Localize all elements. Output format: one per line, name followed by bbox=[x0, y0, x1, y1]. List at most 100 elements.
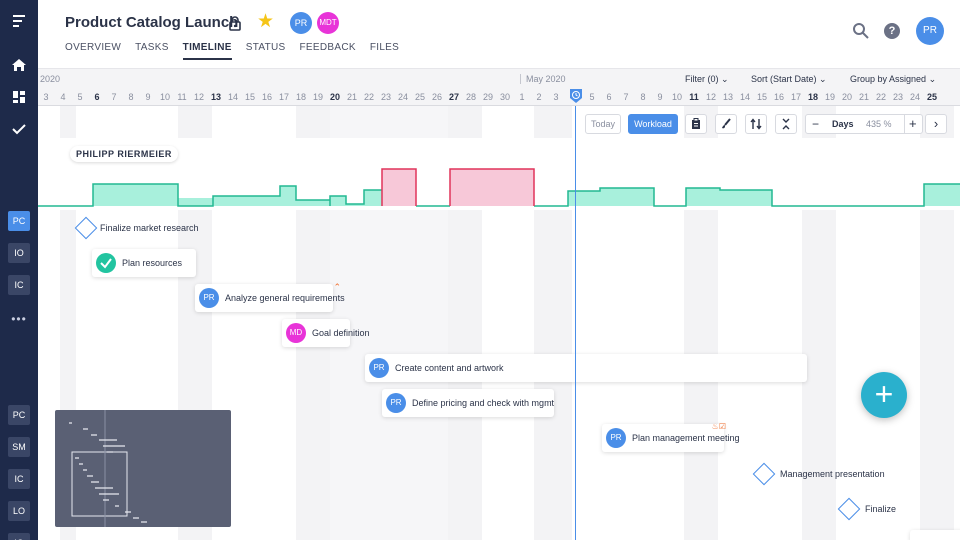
user-avatar[interactable]: PR bbox=[916, 17, 944, 45]
done-check-icon bbox=[96, 253, 116, 273]
group-dropdown[interactable]: Group by Assigned ⌄ bbox=[850, 74, 936, 85]
day-label: 1 bbox=[519, 92, 525, 102]
day-label: 23 bbox=[892, 92, 903, 102]
collapse-icon[interactable] bbox=[775, 114, 797, 134]
today-button[interactable]: Today bbox=[585, 114, 621, 134]
filter-dropdown[interactable]: Filter (0) ⌄ bbox=[685, 74, 729, 85]
zoom-value: 435 % bbox=[866, 119, 892, 129]
milestone-diamond[interactable] bbox=[752, 462, 776, 486]
tab-timeline[interactable]: TIMELINE bbox=[182, 42, 232, 60]
minimap[interactable] bbox=[55, 410, 231, 527]
day-label: 8 bbox=[128, 92, 134, 102]
day-label: 13 bbox=[722, 92, 733, 102]
project-sm[interactable]: SM bbox=[8, 437, 30, 457]
day-label: 20 bbox=[329, 92, 340, 102]
help-icon[interactable]: ? bbox=[884, 23, 900, 39]
day-label: 7 bbox=[111, 92, 117, 102]
favorite-star-icon[interactable]: ★ bbox=[257, 10, 274, 33]
minimap-overview bbox=[69, 410, 147, 527]
day-label: 2 bbox=[536, 92, 542, 102]
day-label: 9 bbox=[657, 92, 663, 102]
scale-label[interactable]: Days bbox=[832, 115, 854, 133]
day-label: 30 bbox=[499, 92, 510, 102]
dashboard-icon[interactable] bbox=[0, 90, 38, 104]
task-bar[interactable]: PR Analyze general requirements ⌃ bbox=[195, 282, 345, 312]
day-label: 14 bbox=[739, 92, 750, 102]
day-label: 5 bbox=[77, 92, 83, 102]
day-label: 22 bbox=[363, 92, 374, 102]
timeline-day-row: 3 4 5 6 7 8 9 10 11 12 13 14 15 16 17 18 19 20 21 22 23 24 25 2… bbox=[38, 90, 960, 106]
zoom-out-button[interactable]: − bbox=[812, 115, 819, 133]
day-label: 12 bbox=[193, 92, 204, 102]
day-label: 18 bbox=[807, 92, 818, 102]
day-label: 20 bbox=[841, 92, 852, 102]
day-label: 14 bbox=[227, 92, 238, 102]
project-tabs: OVERVIEW TASKS TIMELINE STATUS FEEDBACK … bbox=[65, 42, 413, 60]
check-icon[interactable] bbox=[0, 122, 38, 136]
day-label: 26 bbox=[431, 92, 442, 102]
milestone-label[interactable]: Management presentation bbox=[780, 469, 885, 479]
day-label: 18 bbox=[295, 92, 306, 102]
task-bar[interactable] bbox=[910, 530, 960, 540]
day-label: 15 bbox=[756, 92, 767, 102]
day-label: 6 bbox=[94, 92, 100, 102]
assignee-avatar: PR bbox=[386, 393, 406, 413]
milestone-diamond[interactable] bbox=[74, 216, 98, 240]
day-label: 16 bbox=[773, 92, 784, 102]
tab-files[interactable]: FILES bbox=[370, 42, 399, 60]
menu-icon[interactable] bbox=[0, 14, 38, 28]
tab-feedback[interactable]: FEEDBACK bbox=[300, 42, 356, 60]
search-icon[interactable] bbox=[852, 22, 870, 40]
workload-button[interactable]: Workload bbox=[628, 114, 678, 134]
task-bar[interactable]: PR Plan management meeting ♨☑ bbox=[602, 422, 740, 452]
zoom-in-button[interactable]: + bbox=[904, 115, 917, 133]
sort-arrows-icon[interactable] bbox=[745, 114, 767, 134]
day-label: 3 bbox=[553, 92, 559, 102]
task-bar[interactable]: MD Goal definition bbox=[282, 319, 370, 347]
milestone-label[interactable]: Finalize bbox=[865, 504, 896, 514]
today-line bbox=[575, 106, 576, 540]
day-label: 17 bbox=[790, 92, 801, 102]
lock-icon[interactable] bbox=[228, 15, 242, 31]
task-bar[interactable]: PR Define pricing and check with mgmt bbox=[382, 389, 554, 417]
project-ic[interactable]: IC bbox=[8, 275, 30, 295]
task-label: Create content and artwork bbox=[395, 363, 504, 373]
task-bar[interactable]: Plan resources bbox=[92, 249, 196, 277]
tab-status[interactable]: STATUS bbox=[246, 42, 286, 60]
tab-tasks[interactable]: TASKS bbox=[135, 42, 169, 60]
project-pc[interactable]: PC bbox=[8, 211, 30, 231]
next-button[interactable]: › bbox=[925, 114, 947, 134]
tab-overview[interactable]: OVERVIEW bbox=[65, 42, 121, 60]
day-label: 25 bbox=[414, 92, 425, 102]
day-label: 17 bbox=[278, 92, 289, 102]
day-label: 25 bbox=[926, 92, 937, 102]
member-avatar-pr[interactable]: PR bbox=[290, 12, 312, 34]
add-task-button[interactable]: + bbox=[861, 372, 907, 418]
project-pc-2[interactable]: PC bbox=[8, 405, 30, 425]
task-bar[interactable]: PR Create content and artwork bbox=[365, 354, 807, 382]
page-header: Product Catalog Launch ★ PR MDT OVERVIEW… bbox=[38, 0, 960, 68]
project-lo[interactable]: LO bbox=[8, 501, 30, 521]
project-io-2[interactable]: IO bbox=[8, 533, 30, 540]
timeline-canvas[interactable]: Today Workload − Days 435 % + › PHILIPP … bbox=[38, 106, 960, 540]
left-sidebar: PC IO IC ••• PC SM IC LO IO bbox=[0, 0, 38, 540]
sort-dropdown[interactable]: Sort (Start Date) ⌄ bbox=[751, 74, 827, 85]
day-label: 24 bbox=[909, 92, 920, 102]
fire-icon: ♨☑ bbox=[711, 422, 726, 431]
home-icon[interactable] bbox=[0, 58, 38, 72]
clipboard-icon[interactable] bbox=[685, 114, 707, 134]
today-handle-icon[interactable] bbox=[569, 88, 583, 104]
day-label: 5 bbox=[589, 92, 595, 102]
day-label: 3 bbox=[43, 92, 49, 102]
milestone-label[interactable]: Finalize market research bbox=[100, 223, 199, 233]
more-projects[interactable]: ••• bbox=[0, 312, 38, 326]
milestone-diamond[interactable] bbox=[837, 497, 861, 521]
project-io[interactable]: IO bbox=[8, 243, 30, 263]
brush-icon[interactable] bbox=[715, 114, 737, 134]
day-label: 9 bbox=[145, 92, 151, 102]
project-ic-2[interactable]: IC bbox=[8, 469, 30, 489]
priority-high-icon: ⌃ bbox=[333, 282, 341, 292]
page-title: Product Catalog Launch bbox=[65, 14, 239, 31]
member-avatar-mdt[interactable]: MDT bbox=[317, 12, 339, 34]
month-label: May 2020 bbox=[520, 74, 566, 84]
